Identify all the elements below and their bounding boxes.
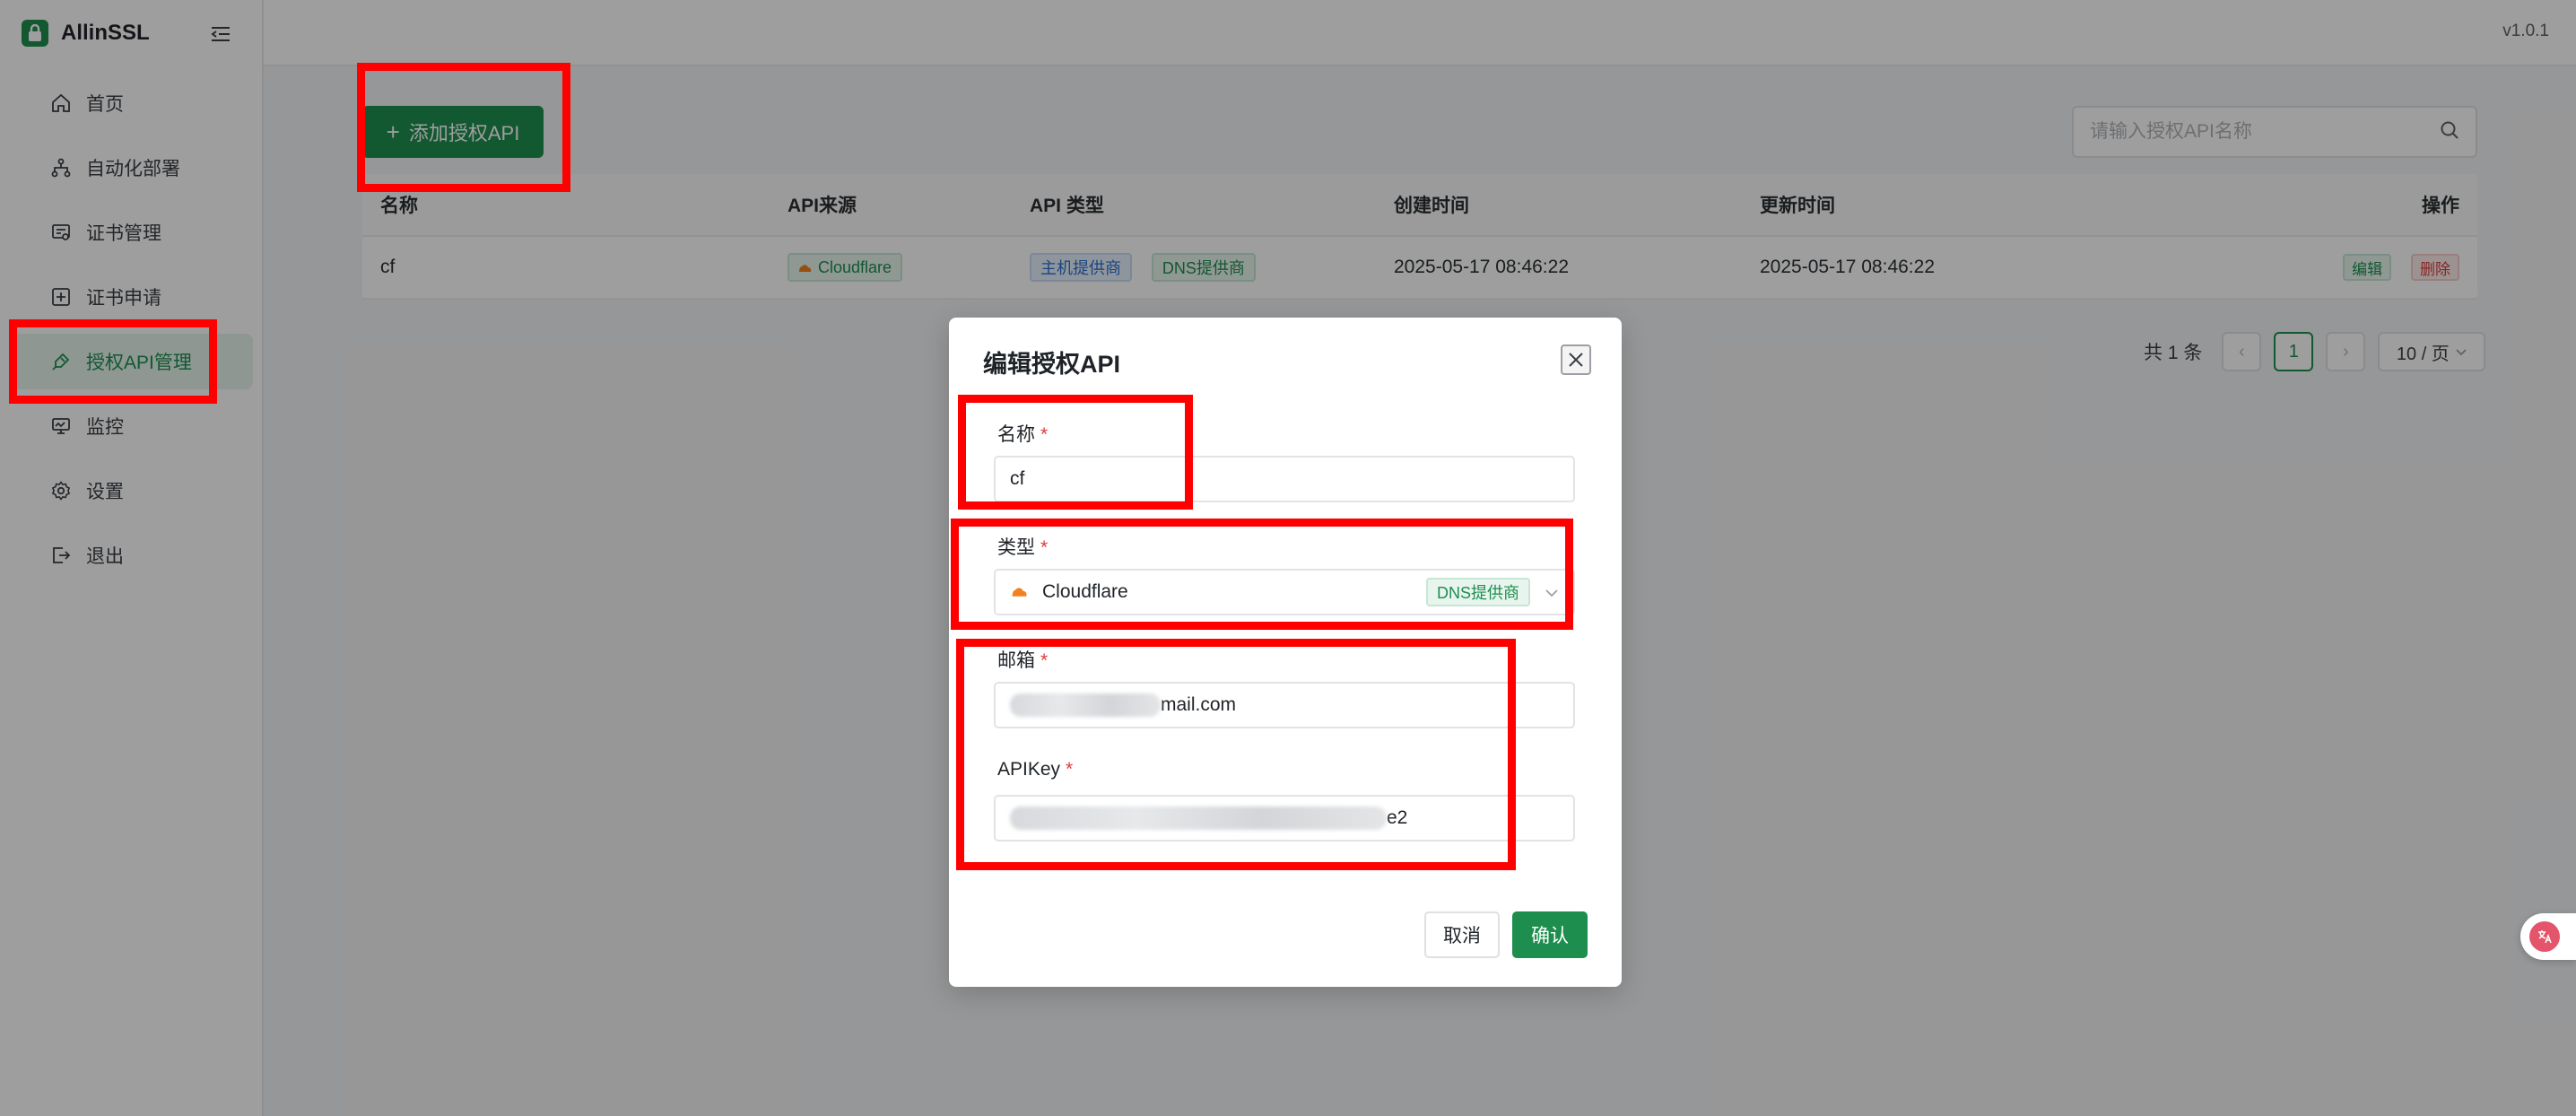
required-mark: * bbox=[1040, 424, 1049, 445]
email-value-suffix: mail.com bbox=[1161, 694, 1237, 715]
confirm-button[interactable]: 确认 bbox=[1512, 911, 1588, 958]
apikey-label-text: APIKey bbox=[997, 759, 1061, 780]
type-select[interactable]: Cloudflare DNS提供商 bbox=[994, 569, 1575, 615]
apikey-field[interactable]: e2 bbox=[994, 795, 1575, 841]
translate-icon bbox=[2529, 921, 2560, 952]
required-mark: * bbox=[1040, 537, 1049, 558]
type-label: 类型 * bbox=[997, 533, 1048, 560]
redacted-apikey bbox=[1010, 806, 1387, 830]
modal-footer: 取消 确认 bbox=[1424, 911, 1588, 958]
modal-title: 编辑授权API bbox=[983, 351, 1121, 378]
translate-bubble[interactable] bbox=[2520, 913, 2576, 960]
name-field bbox=[994, 456, 1575, 502]
edit-api-modal: 编辑授权API 名称* 类型* Cloudflare DNS提供商 邮箱* ma… bbox=[949, 318, 1622, 987]
type-dns-tag: DNS提供商 bbox=[1425, 578, 1530, 606]
chevron-down-icon bbox=[1545, 581, 1559, 603]
required-mark: * bbox=[1040, 650, 1049, 671]
apikey-label: APIKey * bbox=[997, 759, 1073, 780]
apikey-value-suffix: e2 bbox=[1387, 807, 1408, 828]
cancel-button[interactable]: 取消 bbox=[1424, 911, 1500, 958]
type-select-text: Cloudflare bbox=[1042, 581, 1128, 602]
name-label: 名称 * bbox=[997, 420, 1048, 447]
name-input[interactable] bbox=[1010, 468, 1559, 490]
email-field[interactable]: mail.com bbox=[994, 682, 1575, 728]
email-label-text: 邮箱 bbox=[997, 650, 1035, 671]
close-icon[interactable] bbox=[1561, 344, 1591, 375]
type-select-value: Cloudflare bbox=[1010, 581, 1128, 603]
required-mark: * bbox=[1066, 759, 1074, 780]
name-label-text: 名称 bbox=[997, 424, 1035, 445]
type-select-right: DNS提供商 bbox=[1425, 578, 1559, 606]
email-label: 邮箱 * bbox=[997, 646, 1048, 673]
type-label-text: 类型 bbox=[997, 537, 1035, 558]
redacted-email bbox=[1010, 693, 1161, 717]
cloudflare-icon bbox=[1010, 581, 1030, 603]
